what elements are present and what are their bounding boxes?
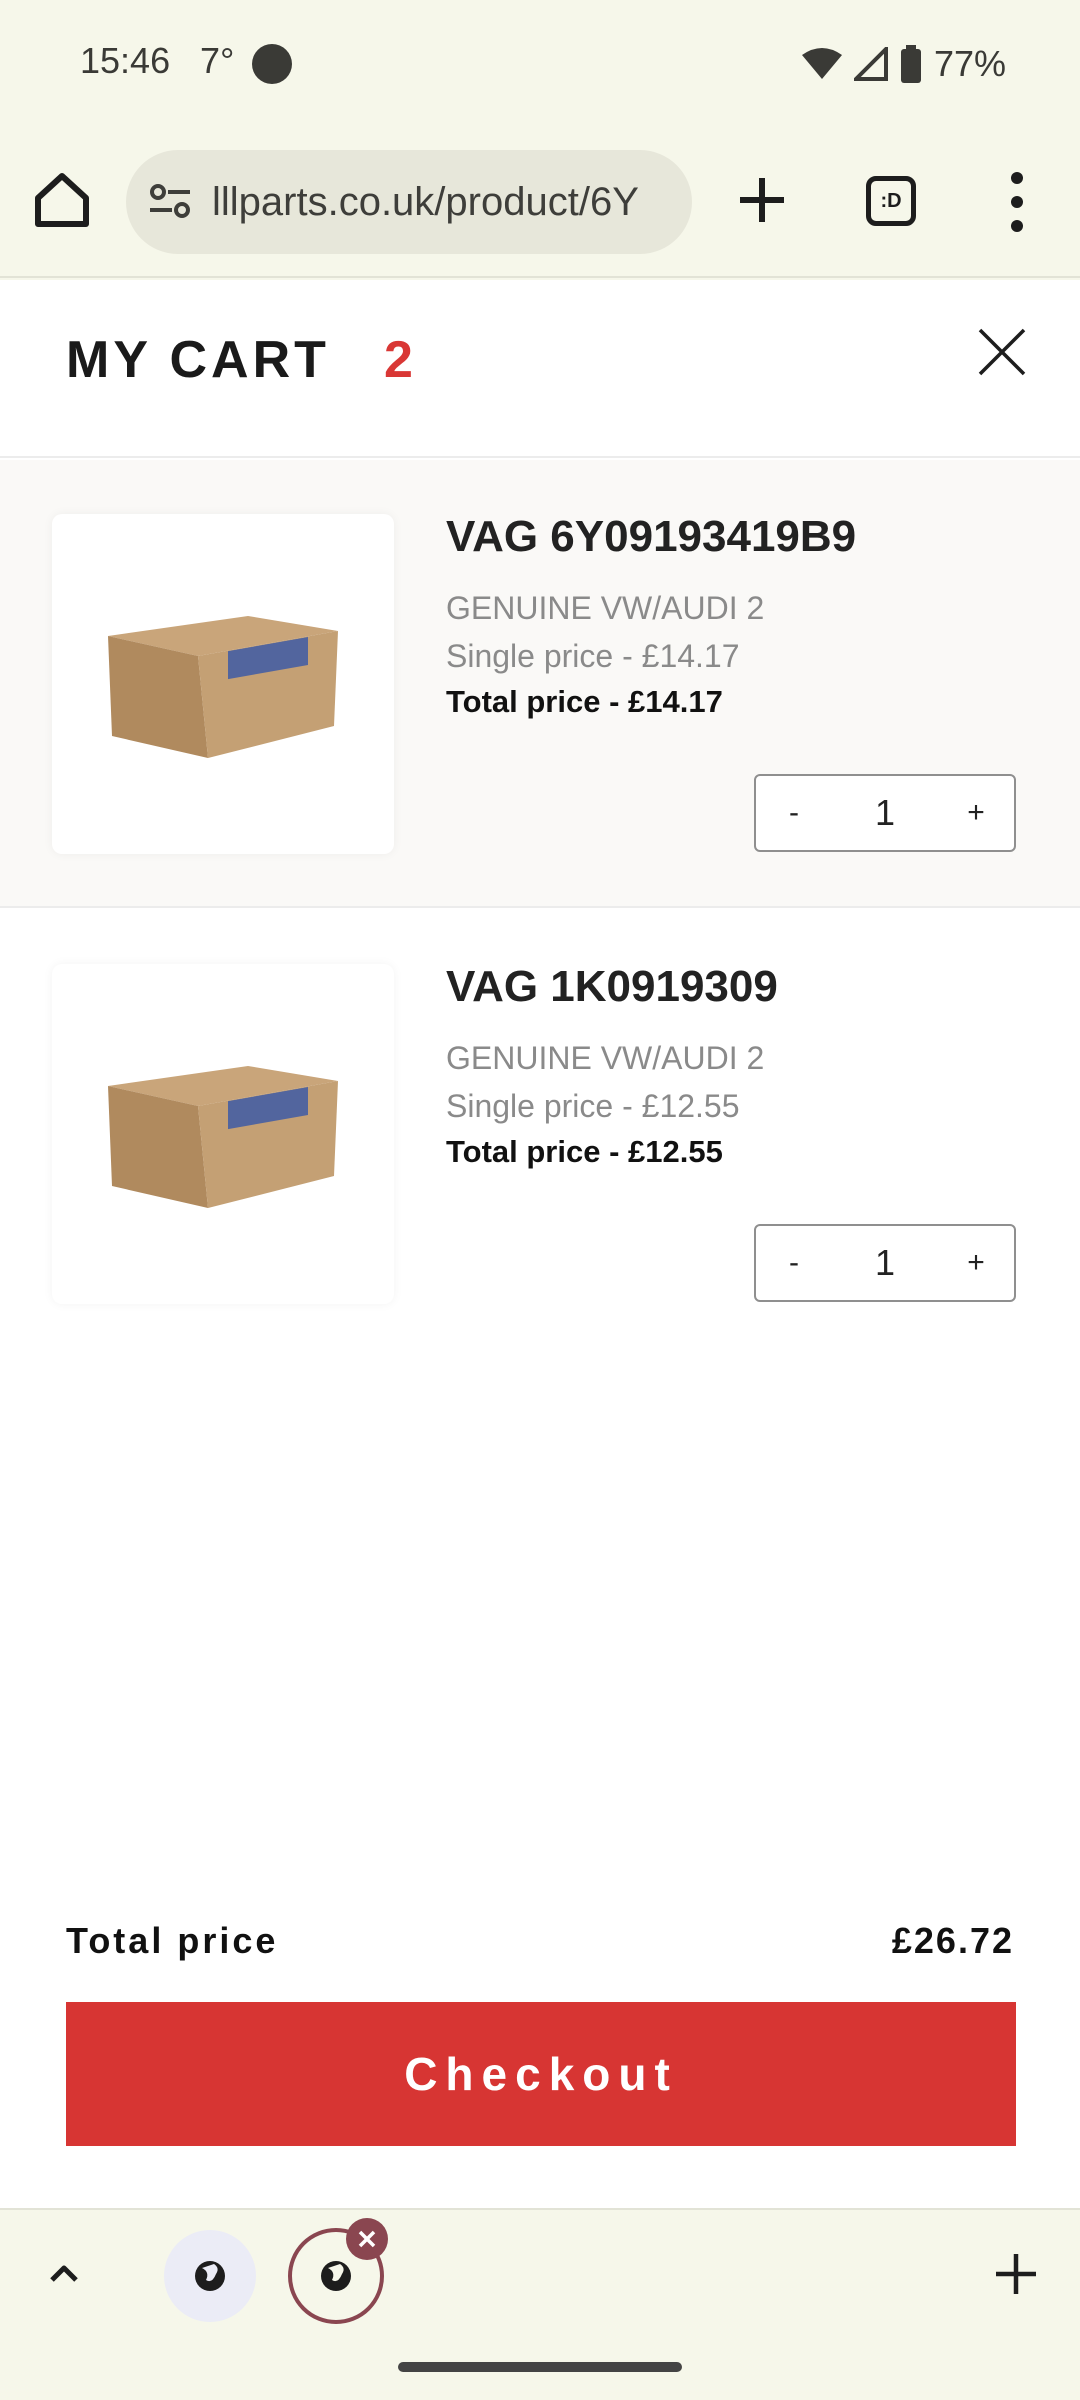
cart-title: MY CART	[66, 331, 330, 389]
cart-panel: MY CART 2 VAG 6Y09193419B9 GENUINE VW/AU…	[0, 280, 1080, 2208]
battery-icon	[900, 45, 921, 83]
wifi-icon	[801, 48, 842, 79]
item-single-price: Single price - £14.17	[446, 638, 740, 674]
item-brand: GENUINE VW/AUDI 2	[446, 1040, 765, 1076]
cart-total-label: Total price	[66, 1920, 279, 1961]
status-time: 15:46	[80, 40, 171, 81]
cart-total-value: £26.72	[891, 1920, 1014, 1961]
item-name[interactable]: VAG 6Y09193419B9	[446, 512, 856, 562]
product-thumbnail[interactable]	[52, 514, 394, 854]
url-bar[interactable]: lllparts.co.uk/product/6Y	[126, 150, 692, 254]
checkout-button[interactable]: Checkout	[66, 2002, 1016, 2146]
add-tab-icon[interactable]	[992, 2250, 1040, 2298]
close-icon[interactable]	[976, 326, 1028, 378]
cart-count-badge: 2	[384, 331, 413, 389]
item-brand: GENUINE VW/AUDI 2	[446, 590, 765, 626]
tab-thumbnail[interactable]	[164, 2230, 256, 2322]
close-tab-button[interactable]	[346, 2218, 388, 2260]
chevron-up-icon[interactable]	[44, 2254, 84, 2294]
new-tab-icon[interactable]	[730, 168, 794, 232]
battery-percent: 77%	[933, 43, 1006, 84]
gesture-home-indicator[interactable]	[398, 2362, 682, 2372]
cart-header: MY CART 2	[0, 280, 1080, 458]
quantity-stepper: - 1 +	[754, 1224, 1016, 1302]
quantity-value[interactable]: 1	[832, 792, 938, 834]
more-menu-icon[interactable]	[1000, 170, 1034, 234]
status-bar: 15:46 7° 77%	[0, 0, 1080, 128]
quantity-value[interactable]: 1	[832, 1242, 938, 1284]
increase-quantity-button[interactable]: +	[938, 1226, 1014, 1300]
close-icon	[358, 2230, 376, 2248]
globe-icon	[195, 2261, 225, 2291]
status-indicators: 77%	[801, 40, 1006, 88]
cart-item: VAG 1K0919309 GENUINE VW/AUDI 2 Single p…	[0, 910, 1080, 1358]
decrease-quantity-button[interactable]: -	[756, 776, 832, 850]
browser-toolbar: lllparts.co.uk/product/6Y :D	[0, 128, 1080, 278]
signal-icon	[853, 47, 888, 81]
weather-icon	[252, 44, 292, 84]
tab-switcher-button[interactable]: :D	[866, 176, 916, 226]
item-name[interactable]: VAG 1K0919309	[446, 962, 778, 1012]
item-single-price: Single price - £12.55	[446, 1088, 740, 1124]
parcel-box-image	[108, 1066, 338, 1208]
decrease-quantity-button[interactable]: -	[756, 1226, 832, 1300]
globe-icon	[321, 2261, 351, 2291]
home-icon[interactable]	[30, 168, 94, 232]
item-total-price: Total price - £12.55	[446, 1134, 723, 1169]
item-total-price: Total price - £14.17	[446, 684, 723, 719]
url-text[interactable]: lllparts.co.uk/product/6Y	[212, 180, 672, 225]
cart-item: VAG 6Y09193419B9 GENUINE VW/AUDI 2 Singl…	[0, 460, 1080, 908]
product-thumbnail[interactable]	[52, 964, 394, 1304]
site-settings-icon[interactable]	[146, 178, 194, 226]
quantity-stepper: - 1 +	[754, 774, 1016, 852]
tab-strip	[0, 2208, 1080, 2338]
increase-quantity-button[interactable]: +	[938, 776, 1014, 850]
parcel-box-image	[108, 616, 338, 758]
status-temperature: 7°	[200, 40, 235, 81]
